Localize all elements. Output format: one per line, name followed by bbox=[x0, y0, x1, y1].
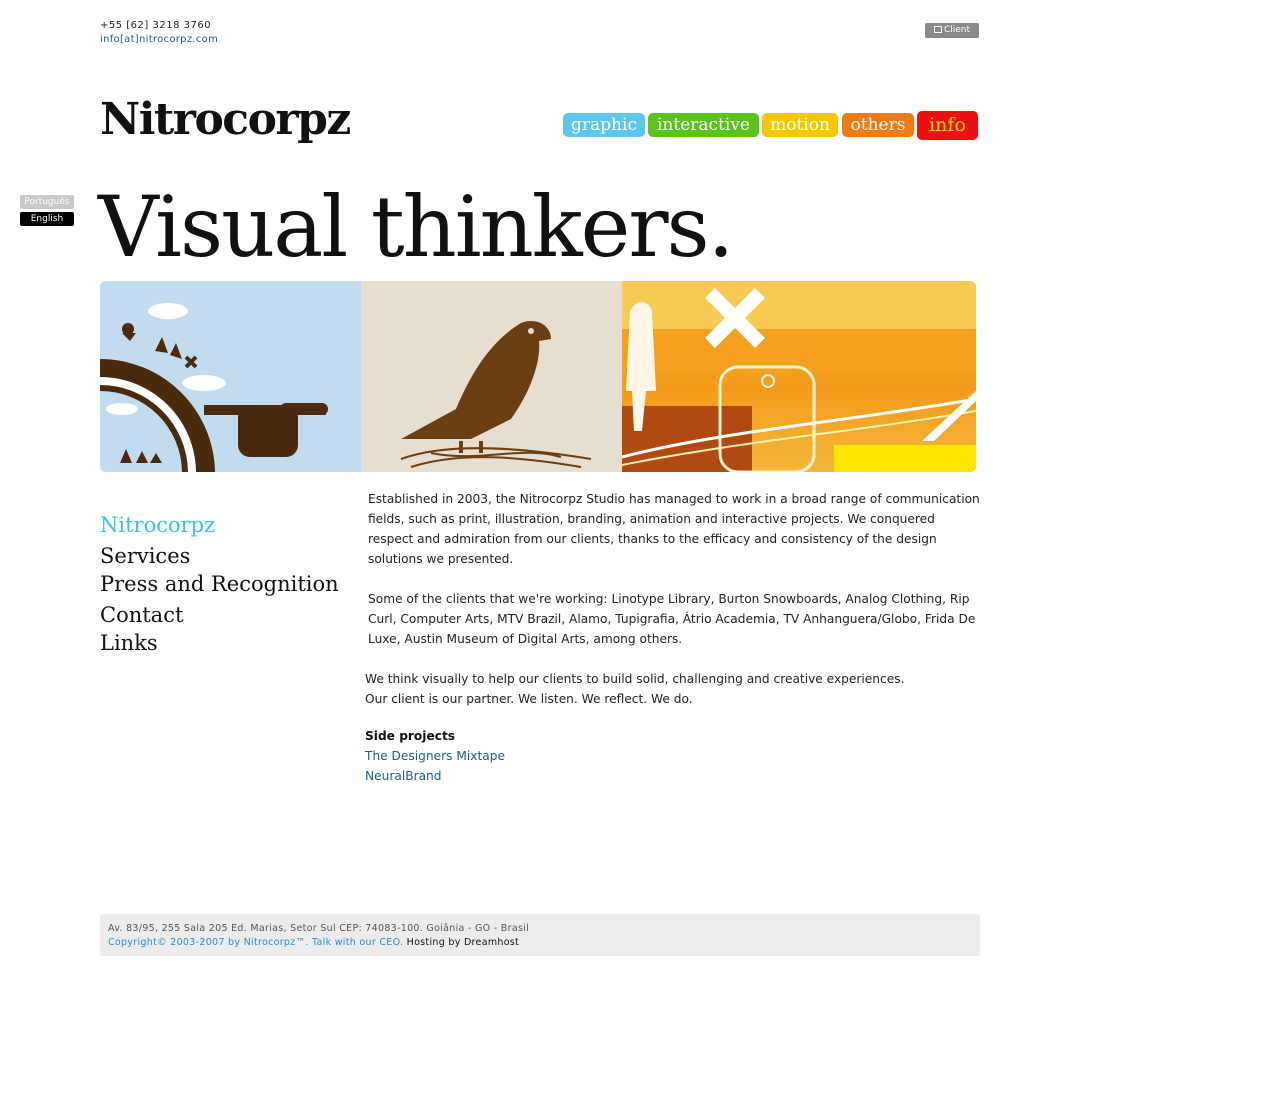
client-button-label: Client bbox=[943, 25, 971, 35]
contact-phone: +55 [62] 3218 3760 bbox=[100, 20, 212, 31]
nav-others[interactable]: others bbox=[842, 113, 914, 137]
contact-email-link[interactable]: info[at]nitrocorpz.com bbox=[100, 34, 218, 45]
motorola-phone-collage bbox=[621, 281, 976, 472]
client-button[interactable]: Client bbox=[925, 23, 979, 38]
hosting-link[interactable]: Hosting by Dreamhost bbox=[407, 937, 519, 948]
side-projects-heading: Side projects bbox=[365, 729, 456, 743]
site-logo[interactable]: Nitrocorpz bbox=[100, 92, 351, 148]
footer-address: Av. 83/95, 255 Sala 205 Ed. Marias, Seto… bbox=[108, 923, 530, 934]
side-project-link[interactable]: NeuralBrand bbox=[365, 769, 442, 783]
nav-interactive[interactable]: interactive bbox=[648, 113, 759, 137]
pointing-hand-illustration bbox=[100, 281, 361, 472]
nav-info[interactable]: info bbox=[917, 111, 978, 140]
ceo-contact-link[interactable]: Talk with our CEO. bbox=[312, 937, 403, 948]
sidebar-item-links[interactable]: Links bbox=[100, 631, 158, 655]
page-headline: Visual thinkers. bbox=[98, 178, 734, 276]
language-english[interactable]: English bbox=[20, 212, 74, 226]
sidebar-item-nitrocorpz[interactable]: Nitrocorpz bbox=[100, 513, 215, 537]
philosophy-line-1: We think visually to help our clients to… bbox=[365, 672, 905, 686]
sidebar-item-press[interactable]: Press and Recognition bbox=[100, 572, 339, 596]
nav-graphic[interactable]: graphic bbox=[563, 113, 645, 137]
hero-banner bbox=[100, 281, 976, 472]
side-project-link[interactable]: The Designers Mixtape bbox=[365, 749, 505, 763]
lock-icon bbox=[933, 26, 942, 33]
nav-motion[interactable]: motion bbox=[762, 113, 838, 137]
sidebar-item-services[interactable]: Services bbox=[100, 544, 190, 568]
crow-on-nest-illustration bbox=[361, 281, 622, 472]
footer-copyright-line: Copyright© 2003-2007 by Nitrocorpz™. Tal… bbox=[108, 937, 519, 948]
site-footer: Av. 83/95, 255 Sala 205 Ed. Marias, Seto… bbox=[100, 914, 980, 956]
clients-paragraph: Some of the clients that we're working: … bbox=[368, 592, 976, 646]
philosophy-line-2: Our client is our partner. We listen. We… bbox=[365, 692, 693, 706]
language-portuguese[interactable]: Português bbox=[20, 195, 74, 209]
intro-paragraph: Established in 2003, the Nitrocorpz Stud… bbox=[368, 492, 980, 566]
sidebar-item-contact[interactable]: Contact bbox=[100, 603, 183, 627]
copyright-link[interactable]: Copyright© 2003-2007 by Nitrocorpz™. bbox=[108, 937, 309, 948]
